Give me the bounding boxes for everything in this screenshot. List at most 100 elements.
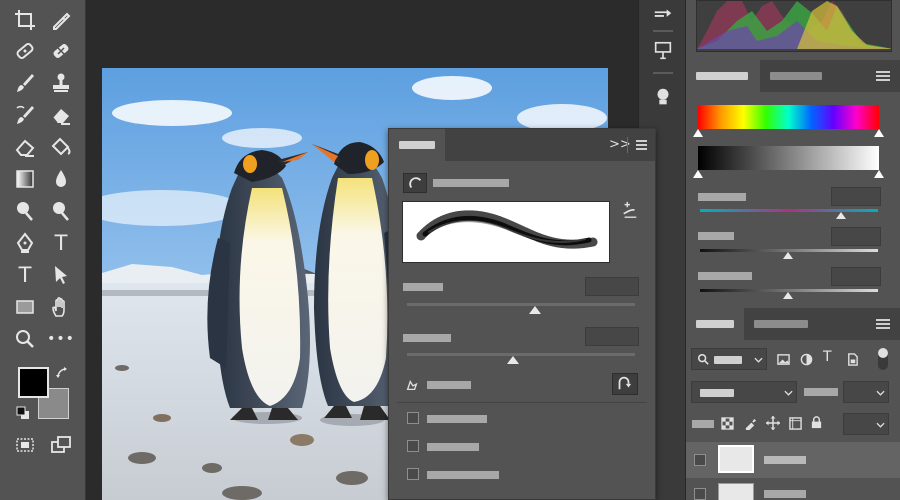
dodge-icon[interactable] bbox=[10, 197, 40, 225]
size-value-field[interactable] bbox=[585, 277, 639, 296]
brush-tip-icon[interactable] bbox=[403, 173, 427, 193]
tab-color[interactable] bbox=[686, 60, 760, 92]
eraser-alt-icon[interactable] bbox=[10, 133, 40, 161]
brush-panel-header: >> bbox=[389, 129, 655, 161]
hardness-value-field[interactable] bbox=[585, 327, 639, 346]
option-checkbox-1[interactable] bbox=[407, 412, 419, 424]
patch-icon[interactable] bbox=[46, 37, 76, 65]
layer-thumbnail bbox=[718, 483, 754, 500]
red-slider-knob[interactable] bbox=[836, 212, 846, 219]
fill-field[interactable] bbox=[843, 413, 889, 435]
layer-row[interactable] bbox=[686, 480, 900, 500]
option-checkbox-2[interactable] bbox=[407, 440, 419, 452]
layer-filter-select[interactable] bbox=[691, 348, 767, 370]
history-brush-icon[interactable] bbox=[10, 101, 40, 129]
lock-all-icon[interactable] bbox=[810, 416, 823, 429]
default-colors-icon[interactable] bbox=[16, 405, 30, 419]
lock-artboard-icon[interactable] bbox=[789, 417, 802, 430]
layer-name bbox=[764, 456, 806, 464]
more-tools-icon[interactable]: ••• bbox=[46, 325, 76, 353]
slider-value-3[interactable] bbox=[831, 267, 881, 286]
red-slider-track[interactable] bbox=[700, 209, 878, 212]
histogram-graph bbox=[697, 1, 891, 49]
lock-pixels-icon[interactable] bbox=[744, 417, 757, 430]
filter-toggle[interactable] bbox=[878, 348, 888, 370]
pen-icon[interactable] bbox=[10, 229, 40, 257]
slider-value-1[interactable] bbox=[831, 187, 881, 206]
size-slider-knob[interactable] bbox=[529, 306, 541, 314]
type-vertical-icon[interactable]: T bbox=[10, 261, 40, 289]
ramp-left-handle[interactable] bbox=[693, 170, 703, 178]
history-panel-icon[interactable] bbox=[648, 0, 678, 30]
layers-panel-menu-icon[interactable] bbox=[876, 319, 890, 329]
ramp-right-handle[interactable] bbox=[874, 170, 884, 178]
hue-spectrum[interactable] bbox=[698, 105, 879, 129]
clone-source-icon[interactable] bbox=[648, 82, 678, 112]
brush-settings-icon[interactable] bbox=[648, 36, 678, 66]
brush-preset-name bbox=[433, 179, 509, 187]
eyedropper-icon[interactable] bbox=[46, 6, 76, 34]
image-filter-icon[interactable] bbox=[777, 353, 790, 366]
healing-brush-icon[interactable] bbox=[10, 37, 40, 65]
layer-thumbnail bbox=[718, 445, 754, 473]
blur-icon[interactable] bbox=[46, 165, 76, 193]
type-icon[interactable]: T bbox=[46, 229, 76, 257]
opacity-label bbox=[804, 388, 838, 396]
tab-brush-settings[interactable] bbox=[389, 129, 445, 161]
paint-bucket-icon[interactable] bbox=[46, 133, 76, 161]
hardness-slider-track[interactable] bbox=[407, 353, 635, 356]
foreground-color-swatch[interactable] bbox=[18, 367, 49, 398]
option-checkbox-3[interactable] bbox=[407, 468, 419, 480]
slider-value-2[interactable] bbox=[831, 227, 881, 246]
screen-mode-icon[interactable] bbox=[46, 431, 76, 459]
blend-mode-select[interactable] bbox=[691, 381, 797, 403]
crop-icon[interactable] bbox=[10, 6, 40, 34]
editor-window: T T ••• T >> bbox=[0, 0, 900, 500]
chevron-down-icon bbox=[784, 390, 793, 396]
hardness-slider-knob[interactable] bbox=[507, 356, 519, 364]
type-filter-icon[interactable]: T bbox=[823, 350, 832, 364]
brush-panel-menu-icon[interactable] bbox=[636, 140, 647, 150]
layer-visibility-toggle[interactable] bbox=[694, 488, 706, 500]
hue-right-handle[interactable] bbox=[874, 129, 884, 137]
clone-stamp-icon[interactable] bbox=[46, 69, 76, 97]
tab-layers[interactable] bbox=[686, 308, 744, 340]
tab-swatches[interactable] bbox=[760, 60, 834, 92]
gradient-icon[interactable] bbox=[10, 165, 40, 193]
green-slider-knob[interactable] bbox=[783, 252, 793, 259]
path-select-icon[interactable] bbox=[46, 261, 76, 289]
shape-filter-icon[interactable] bbox=[846, 353, 859, 366]
swap-colors-icon[interactable] bbox=[56, 366, 70, 380]
slider-label-3 bbox=[698, 272, 752, 280]
tab-channels[interactable] bbox=[744, 308, 818, 340]
quick-mask-icon[interactable] bbox=[10, 431, 40, 459]
brush-options-button[interactable] bbox=[612, 373, 638, 395]
size-slider-track[interactable] bbox=[407, 303, 635, 306]
lock-transparency-icon[interactable] bbox=[721, 417, 734, 430]
blue-slider-knob[interactable] bbox=[783, 292, 793, 299]
color-panel-tabs bbox=[686, 60, 900, 92]
brush-stroke-preview bbox=[402, 201, 610, 263]
adjustment-filter-icon[interactable] bbox=[800, 353, 813, 366]
layer-visibility-toggle[interactable] bbox=[694, 454, 706, 466]
lock-position-icon[interactable] bbox=[766, 416, 780, 430]
opacity-field[interactable] bbox=[843, 381, 889, 403]
hue-left-handle[interactable] bbox=[693, 129, 703, 137]
section-divider bbox=[397, 402, 647, 403]
layer-row[interactable] bbox=[686, 442, 900, 478]
slider-label-1 bbox=[698, 193, 746, 201]
chevron-down-icon bbox=[754, 357, 763, 363]
brush-icon[interactable] bbox=[10, 69, 40, 97]
slider-label-2 bbox=[698, 232, 734, 240]
tools-panel: T T ••• bbox=[0, 0, 86, 500]
hand-icon[interactable] bbox=[46, 293, 76, 321]
rectangle-icon[interactable] bbox=[10, 293, 40, 321]
zoom-tool-icon[interactable] bbox=[46, 197, 76, 225]
zoom-icon[interactable] bbox=[10, 325, 40, 353]
new-brush-icon[interactable] bbox=[621, 201, 641, 221]
layer-name bbox=[764, 490, 806, 498]
color-panel-menu-icon[interactable] bbox=[876, 71, 890, 81]
size-label bbox=[403, 283, 443, 291]
eraser-icon[interactable] bbox=[46, 101, 76, 129]
brightness-ramp[interactable] bbox=[698, 146, 879, 170]
